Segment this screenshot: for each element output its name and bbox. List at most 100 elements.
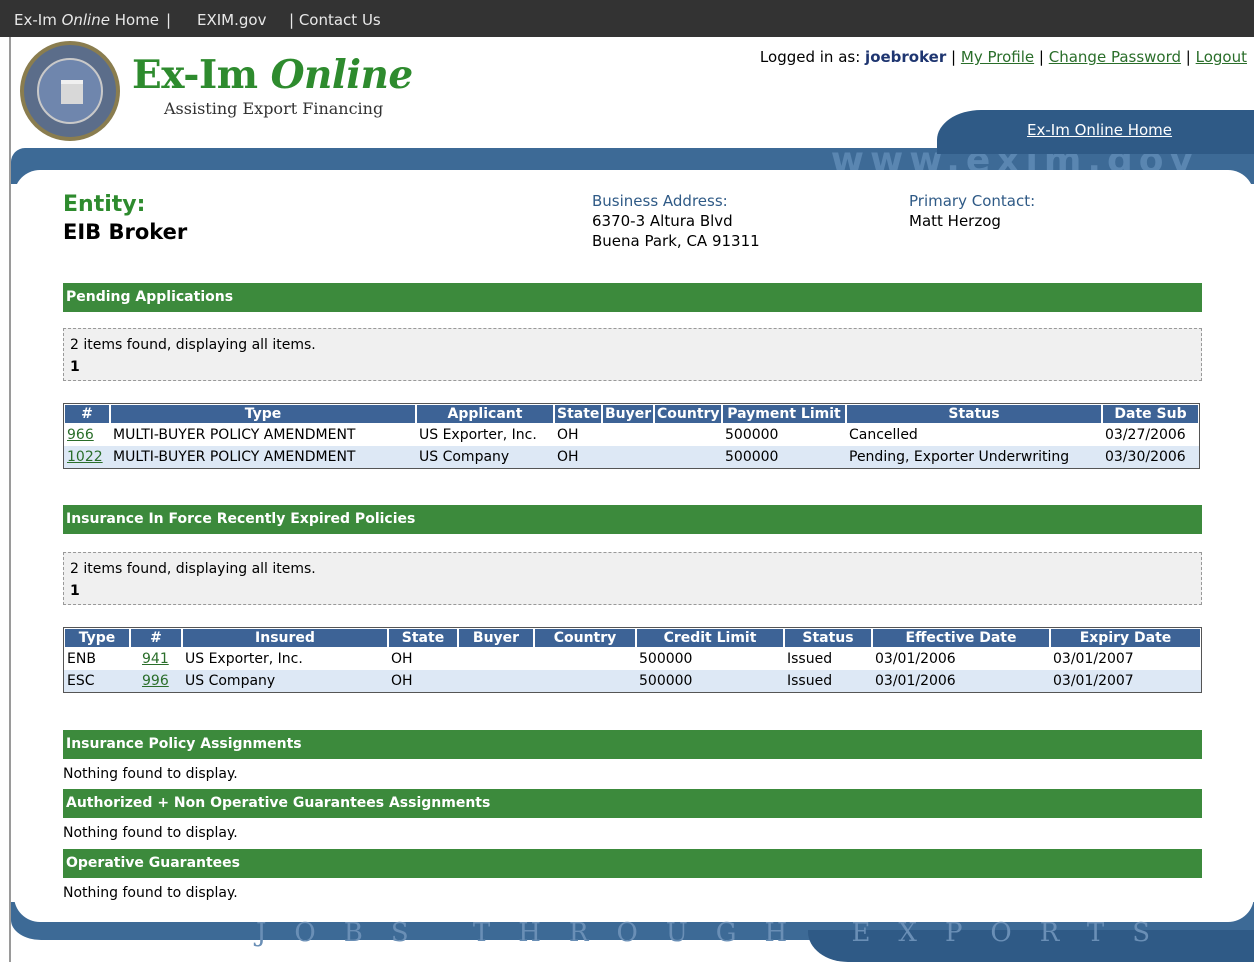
site-logo-subtitle: Assisting Export Financing	[164, 99, 384, 118]
table-row: 966 MULTI-BUYER POLICY AMENDMENT US Expo…	[64, 424, 1199, 446]
cell-date-sub: 03/27/2006	[1102, 424, 1199, 446]
col-header-buyer[interactable]: Buyer	[458, 628, 534, 648]
cell-state: OH	[554, 446, 602, 468]
col-header-applicant[interactable]: Applicant	[416, 404, 554, 424]
col-header-payment-limit[interactable]: Payment Limit	[722, 404, 846, 424]
col-header-state[interactable]: State	[554, 404, 602, 424]
cell-buyer	[458, 670, 534, 692]
col-header-country[interactable]: Country	[654, 404, 722, 424]
cell-expiry-date: 03/01/2007	[1050, 648, 1201, 670]
application-number-link[interactable]: 1022	[67, 449, 103, 465]
site-logo-title: Ex-Im Online	[132, 52, 413, 98]
cell-date-sub: 03/30/2006	[1102, 446, 1199, 468]
inforce-items-found: 2 items found, displaying all items.	[70, 561, 316, 577]
insurance-in-force-table: Type # Insured State Buyer Country Credi…	[63, 627, 1202, 693]
col-header-status[interactable]: Status	[784, 628, 872, 648]
inforce-page-link[interactable]: 1	[70, 580, 1195, 602]
contact-us-link[interactable]: | Contact Us	[289, 11, 381, 29]
col-header-effective-date[interactable]: Effective Date	[872, 628, 1050, 648]
policy-number-link[interactable]: 941	[142, 651, 169, 667]
cell-buyer	[602, 424, 654, 446]
address-line-1: 6370-3 Altura Blvd	[592, 212, 733, 230]
cell-state: OH	[388, 648, 458, 670]
section-header-insurance-policy-assignments: Insurance Policy Assignments	[63, 730, 1202, 759]
col-header-insured[interactable]: Insured	[182, 628, 388, 648]
col-header-num[interactable]: #	[64, 404, 110, 424]
col-header-credit-limit[interactable]: Credit Limit	[636, 628, 784, 648]
login-separator: |	[951, 48, 957, 66]
cell-effective-date: 03/01/2006	[872, 648, 1050, 670]
business-address-label: Business Address:	[592, 192, 728, 210]
section-header-operative-guarantees: Operative Guarantees	[63, 849, 1202, 878]
col-header-status[interactable]: Status	[846, 404, 1102, 424]
exim-seal-logo	[20, 41, 120, 141]
seal-building-icon	[61, 80, 83, 104]
business-address: Business Address: 6370-3 Altura Blvd Bue…	[592, 191, 760, 251]
cell-country	[654, 446, 722, 468]
col-header-type[interactable]: Type	[64, 628, 130, 648]
col-header-date-sub[interactable]: Date Sub	[1102, 404, 1199, 424]
cell-type: ESC	[64, 670, 130, 692]
col-header-num[interactable]: #	[130, 628, 182, 648]
table-row: ENB 941 US Exporter, Inc. OH 500000 Issu…	[64, 648, 1201, 670]
pending-page-link[interactable]: 1	[70, 356, 1195, 378]
application-number-link[interactable]: 966	[67, 427, 94, 443]
footer-watermark: JOBS THROUGH EXPORTS	[256, 918, 1179, 948]
top-nav-bar: Ex-Im Online Home | EXIM.gov | Contact U…	[0, 0, 1254, 37]
logo-title-plain: Ex-Im	[132, 52, 271, 98]
logout-link[interactable]: Logout	[1196, 48, 1247, 66]
primary-contact-name: Matt Herzog	[909, 212, 1001, 230]
primary-contact: Primary Contact: Matt Herzog	[909, 191, 1035, 231]
cell-credit-limit: 500000	[636, 648, 784, 670]
cell-num: 996	[130, 670, 182, 692]
login-separator: |	[1185, 48, 1191, 66]
section-header-pending-applications: Pending Applications	[63, 283, 1202, 312]
inforce-paging-banner: 2 items found, displaying all items. 1	[63, 552, 1202, 605]
home-link-prefix: Ex-Im	[14, 11, 62, 29]
primary-contact-label: Primary Contact:	[909, 192, 1036, 210]
policy-number-link[interactable]: 996	[142, 673, 169, 689]
col-header-expiry-date[interactable]: Expiry Date	[1050, 628, 1201, 648]
change-password-link[interactable]: Change Password	[1049, 48, 1181, 66]
section-header-insurance-in-force: Insurance In Force Recently Expired Poli…	[63, 505, 1202, 534]
cell-type: MULTI-BUYER POLICY AMENDMENT	[110, 446, 416, 468]
username: joebroker	[865, 48, 947, 66]
cell-country	[534, 670, 636, 692]
pending-items-found: 2 items found, displaying all items.	[70, 337, 316, 353]
pending-header-row: # Type Applicant State Buyer Country Pay…	[64, 404, 1199, 424]
exim-online-home-link[interactable]: Ex-Im Online Home	[14, 11, 159, 29]
cell-insured: US Exporter, Inc.	[182, 648, 388, 670]
cell-status: Issued	[784, 670, 872, 692]
entity-label: Entity:	[63, 192, 146, 217]
cell-applicant: US Exporter, Inc.	[416, 424, 554, 446]
logo-title-italic: Online	[270, 52, 414, 98]
exim-gov-link[interactable]: EXIM.gov	[197, 11, 266, 29]
cell-insured: US Company	[182, 670, 388, 692]
cell-num: 941	[130, 648, 182, 670]
cell-country	[534, 648, 636, 670]
my-profile-link[interactable]: My Profile	[961, 48, 1034, 66]
table-row: ESC 996 US Company OH 500000 Issued 03/0…	[64, 670, 1201, 692]
col-header-country[interactable]: Country	[534, 628, 636, 648]
logged-in-label: Logged in as:	[759, 48, 861, 66]
empty-message: Nothing found to display.	[63, 885, 238, 901]
cell-type: MULTI-BUYER POLICY AMENDMENT	[110, 424, 416, 446]
empty-message: Nothing found to display.	[63, 766, 238, 782]
section-header-guarantees-assignments: Authorized + Non Operative Guarantees As…	[63, 789, 1202, 818]
pending-applications-table: # Type Applicant State Buyer Country Pay…	[63, 403, 1200, 469]
seal-globe-icon	[37, 58, 103, 124]
col-header-buyer[interactable]: Buyer	[602, 404, 654, 424]
cell-buyer	[458, 648, 534, 670]
home-tab: Ex-Im Online Home	[937, 110, 1254, 154]
col-header-type[interactable]: Type	[110, 404, 416, 424]
inforce-header-row: Type # Insured State Buyer Country Credi…	[64, 628, 1201, 648]
empty-message: Nothing found to display.	[63, 825, 238, 841]
cell-payment-limit: 500000	[722, 446, 846, 468]
home-tab-link[interactable]: Ex-Im Online Home	[1027, 121, 1172, 139]
cell-type: ENB	[64, 648, 130, 670]
cell-applicant: US Company	[416, 446, 554, 468]
cell-state: OH	[388, 670, 458, 692]
col-header-state[interactable]: State	[388, 628, 458, 648]
cell-state: OH	[554, 424, 602, 446]
entity-name: EIB Broker	[63, 220, 188, 244]
